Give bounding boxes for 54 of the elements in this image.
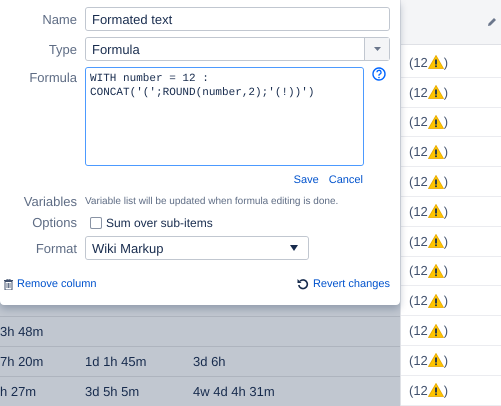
save-link[interactable]: Save — [294, 174, 319, 186]
table-cell: (12 ) — [409, 114, 448, 130]
table-cell: (12 ) — [409, 263, 448, 278]
warning-icon — [428, 234, 444, 248]
table-cell-text: 4w 4d 4h 31m — [193, 384, 276, 399]
table-cell: (12 ) — [409, 174, 448, 190]
trash-icon — [4, 278, 13, 290]
table-cell: (12 ) — [409, 204, 448, 219]
warning-icon — [428, 294, 444, 308]
table-cell: (12 ) — [409, 382, 448, 398]
caret-icon — [290, 245, 298, 251]
table-cell: (12 ) — [409, 352, 448, 368]
warning-icon — [428, 383, 444, 398]
help-icon[interactable] — [372, 67, 386, 81]
table-cell: (12 ) — [409, 144, 448, 160]
table-cell: (12 ) — [409, 234, 448, 249]
warning-icon — [428, 264, 444, 278]
checkbox-label: Sum over sub-items — [106, 216, 213, 230]
warning-icon — [428, 55, 444, 70]
pencil-icon[interactable] — [487, 17, 497, 27]
field-label: Options — [31, 215, 77, 230]
table-cell-text: 3d 5h 5m — [85, 384, 140, 399]
caret-icon — [374, 47, 380, 51]
field-label: Type — [48, 42, 77, 56]
table-cell-text: 3d 6h — [193, 354, 227, 369]
type-select[interactable]: Formula — [85, 37, 390, 61]
warning-icon — [428, 204, 444, 218]
remove-column-link[interactable]: Remove column — [4, 278, 96, 290]
revert-changes-link[interactable]: Revert changes — [296, 278, 390, 290]
warning-icon — [428, 85, 444, 100]
formula-field[interactable]: WITH number = 12 : CONCAT('(';ROUND(number,2);'(!))') — [85, 67, 364, 166]
table-cell: (12 ) — [409, 84, 448, 100]
cancel-link[interactable]: Cancel — [328, 174, 363, 186]
warning-icon — [428, 114, 444, 129]
field-label: Name — [41, 12, 77, 26]
warning-icon — [428, 174, 444, 189]
warning-icon — [428, 324, 444, 338]
table-cell-text: 7h 20m — [0, 354, 44, 369]
table-cell-text: h 27m — [0, 384, 38, 399]
warning-icon — [428, 144, 444, 159]
checkbox[interactable] — [90, 216, 102, 228]
field-label: Variables — [22, 194, 77, 209]
name-field[interactable]: Formated text — [85, 7, 390, 31]
table-cell-text: 3h 48m — [0, 324, 44, 339]
format-select[interactable]: Wiki Markup — [85, 236, 309, 260]
field-label: Format — [34, 240, 77, 256]
table-cell: (12 ) — [409, 293, 448, 308]
undo-icon — [296, 278, 309, 290]
warning-icon — [428, 353, 444, 368]
table-cell: (12 ) — [409, 54, 448, 70]
table-cell: (12 ) — [409, 323, 448, 338]
variables-hint: Variable list will be updated when formula editing is done. — [85, 196, 340, 207]
table-cell-text: 1d 1h 45m — [85, 354, 148, 369]
field-label: Formula — [28, 69, 77, 85]
